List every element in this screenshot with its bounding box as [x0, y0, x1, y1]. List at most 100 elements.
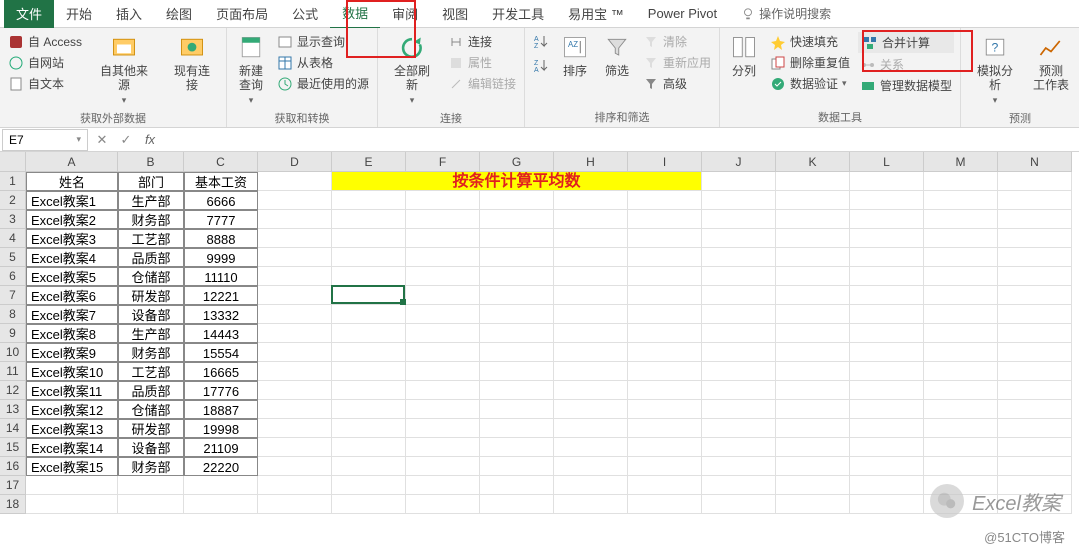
row-header-9[interactable]: 9	[0, 324, 26, 343]
cell[interactable]	[480, 210, 554, 229]
cell[interactable]	[480, 248, 554, 267]
cell[interactable]	[332, 343, 406, 362]
cell[interactable]	[26, 476, 118, 495]
cell[interactable]	[850, 457, 924, 476]
col-header-A[interactable]: A	[26, 152, 118, 172]
cell[interactable]: 部门	[118, 172, 184, 191]
cell[interactable]: 18887	[184, 400, 258, 419]
enter-formula-icon[interactable]: ✓	[114, 132, 138, 148]
formula-input[interactable]	[162, 129, 1079, 151]
cell[interactable]	[628, 362, 702, 381]
col-header-N[interactable]: N	[998, 152, 1072, 172]
row-header-2[interactable]: 2	[0, 191, 26, 210]
cell[interactable]	[850, 362, 924, 381]
cell[interactable]	[628, 229, 702, 248]
cell[interactable]	[258, 381, 332, 400]
cell[interactable]	[258, 267, 332, 286]
cell[interactable]: 仓储部	[118, 400, 184, 419]
cell[interactable]	[332, 381, 406, 400]
cell[interactable]	[628, 495, 702, 514]
cell[interactable]: 研发部	[118, 286, 184, 305]
from-table-button[interactable]: 从表格	[275, 53, 371, 72]
cell[interactable]	[776, 381, 850, 400]
cell[interactable]	[702, 210, 776, 229]
cell[interactable]	[258, 400, 332, 419]
data-validation-button[interactable]: 数据验证	[768, 74, 852, 93]
cell[interactable]	[628, 381, 702, 400]
cell[interactable]	[776, 324, 850, 343]
cell[interactable]	[406, 495, 480, 514]
cell[interactable]	[850, 210, 924, 229]
cell[interactable]: Excel教案8	[26, 324, 118, 343]
cell[interactable]	[258, 191, 332, 210]
cell[interactable]	[406, 476, 480, 495]
cell[interactable]	[480, 381, 554, 400]
cell[interactable]	[998, 248, 1072, 267]
cell[interactable]: 设备部	[118, 305, 184, 324]
row-header-17[interactable]: 17	[0, 476, 26, 495]
cell[interactable]	[480, 286, 554, 305]
col-header-K[interactable]: K	[776, 152, 850, 172]
cell[interactable]	[332, 476, 406, 495]
cell[interactable]	[702, 362, 776, 381]
cell[interactable]	[702, 286, 776, 305]
cell[interactable]	[702, 343, 776, 362]
cell[interactable]	[628, 419, 702, 438]
forecast-sheet-button[interactable]: 预测 工作表	[1029, 32, 1073, 95]
cancel-formula-icon[interactable]: ✕	[90, 132, 114, 148]
cell[interactable]	[924, 248, 998, 267]
row-header-6[interactable]: 6	[0, 267, 26, 286]
cell[interactable]	[258, 210, 332, 229]
cell[interactable]	[850, 267, 924, 286]
tab-formulas[interactable]: 公式	[280, 0, 330, 28]
cell[interactable]	[628, 248, 702, 267]
cell[interactable]	[184, 495, 258, 514]
cell[interactable]	[554, 324, 628, 343]
tab-review[interactable]: 审阅	[380, 0, 430, 28]
cell[interactable]	[924, 400, 998, 419]
cell[interactable]	[776, 267, 850, 286]
col-header-C[interactable]: C	[184, 152, 258, 172]
cell[interactable]	[258, 248, 332, 267]
cells-area[interactable]: 姓名部门基本工资按条件计算平均数Excel教案1生产部6666Excel教案2财…	[26, 172, 1072, 514]
cell[interactable]	[628, 457, 702, 476]
cell[interactable]	[850, 419, 924, 438]
cell[interactable]: 财务部	[118, 457, 184, 476]
cell[interactable]	[702, 495, 776, 514]
cell[interactable]: 21109	[184, 438, 258, 457]
cell[interactable]	[480, 267, 554, 286]
cell[interactable]	[258, 172, 332, 191]
cell[interactable]	[850, 286, 924, 305]
cell[interactable]	[554, 476, 628, 495]
cell[interactable]: Excel教案6	[26, 286, 118, 305]
cell[interactable]: 7777	[184, 210, 258, 229]
cell[interactable]	[924, 172, 998, 191]
cell[interactable]: Excel教案3	[26, 229, 118, 248]
row-header-16[interactable]: 16	[0, 457, 26, 476]
cell[interactable]	[628, 210, 702, 229]
cell[interactable]	[258, 324, 332, 343]
consolidate-button[interactable]: 合并计算	[858, 32, 954, 53]
from-other-button[interactable]: 自其他来源	[90, 32, 158, 108]
cell[interactable]	[924, 210, 998, 229]
cell[interactable]: Excel教案5	[26, 267, 118, 286]
text-to-columns-button[interactable]: 分列	[726, 32, 762, 80]
cell[interactable]	[998, 286, 1072, 305]
cell[interactable]: 9999	[184, 248, 258, 267]
cell[interactable]: Excel教案4	[26, 248, 118, 267]
cell[interactable]: Excel教案2	[26, 210, 118, 229]
cell[interactable]	[480, 400, 554, 419]
cell[interactable]	[406, 457, 480, 476]
tab-yiyongbao[interactable]: 易用宝 ™	[556, 0, 636, 28]
sort-desc-button[interactable]: ZA	[531, 56, 551, 74]
cell[interactable]	[480, 229, 554, 248]
cell[interactable]	[776, 419, 850, 438]
cell[interactable]	[850, 476, 924, 495]
cell[interactable]: Excel教案14	[26, 438, 118, 457]
col-header-I[interactable]: I	[628, 152, 702, 172]
col-header-D[interactable]: D	[258, 152, 332, 172]
tab-insert[interactable]: 插入	[104, 0, 154, 28]
tab-data[interactable]: 数据	[330, 0, 380, 30]
cell[interactable]	[924, 362, 998, 381]
row-header-14[interactable]: 14	[0, 419, 26, 438]
